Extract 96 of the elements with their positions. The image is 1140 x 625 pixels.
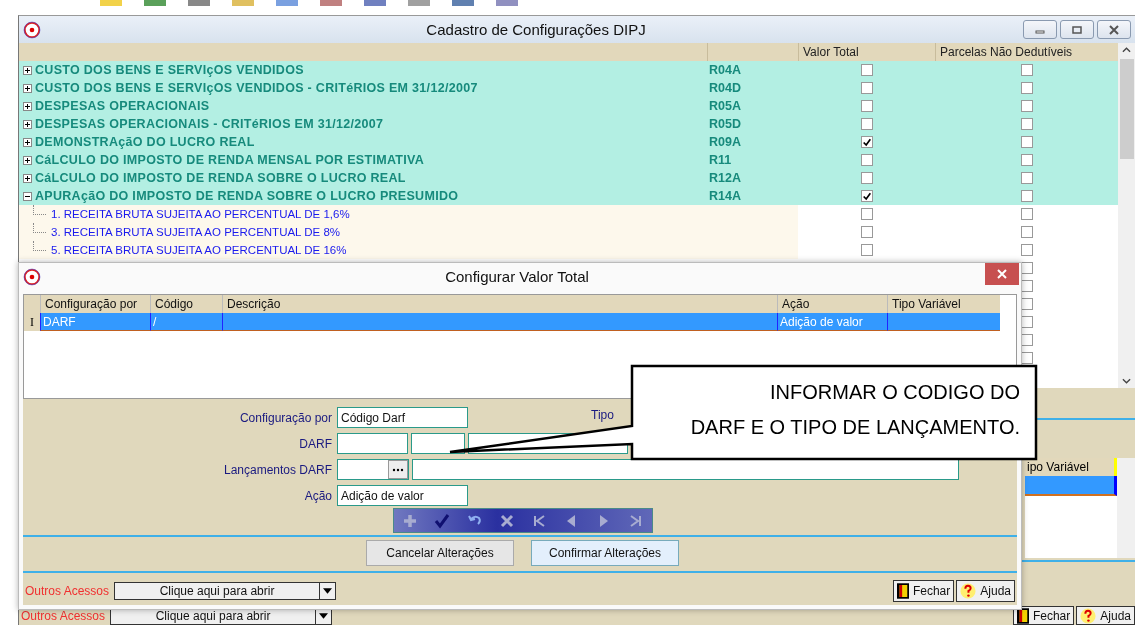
checkbox[interactable]: [860, 64, 873, 76]
text-field[interactable]: [411, 433, 465, 454]
table-cell: DARF: [40, 313, 150, 331]
other-access-label: Outros Acessos: [24, 584, 111, 598]
checkbox[interactable]: [860, 100, 873, 112]
ellipsis-icon: [392, 467, 404, 472]
app-logo-icon: [23, 267, 41, 286]
checkbox[interactable]: [860, 208, 873, 220]
tree-item-label: 5. RECEITA BRUTA SUJEITA AO PERCENTUAL DE 16%: [51, 244, 347, 256]
checkbox[interactable]: [860, 118, 873, 130]
field-label: Configuração por: [238, 410, 333, 425]
expand-icon[interactable]: [23, 101, 32, 111]
code-text: R09A: [708, 134, 742, 151]
tree-item-label: APURAçãO DO IMPOSTO DE RENDA SOBRE O LUCRO PRESUMIDO: [35, 189, 459, 203]
expand-icon[interactable]: [23, 137, 32, 147]
table-cell: /: [150, 313, 222, 331]
code-text: R05A: [708, 98, 742, 115]
code-text: R11: [708, 152, 733, 169]
checkbox[interactable]: [1020, 172, 1033, 184]
expand-icon[interactable]: [23, 155, 32, 165]
text-field[interactable]: Adição de valor: [337, 485, 468, 506]
checkbox[interactable]: [1020, 244, 1033, 256]
checkbox[interactable]: [860, 244, 873, 256]
field-label: DARF: [298, 436, 333, 451]
code-text: R12A: [708, 170, 742, 187]
tree-item-label: 3. RECEITA BRUTA SUJEITA AO PERCENTUAL DE 8%: [51, 226, 341, 238]
minimize-button[interactable]: [1023, 20, 1057, 39]
close-button[interactable]: [1097, 20, 1131, 39]
expand-icon[interactable]: [23, 119, 32, 129]
checkbox[interactable]: [860, 190, 873, 202]
text-field[interactable]: Código Darf: [337, 407, 468, 428]
maximize-button[interactable]: [1060, 20, 1094, 39]
code-text: R14A: [708, 188, 742, 205]
scrollbar-thumb[interactable]: [1119, 59, 1134, 159]
expand-icon[interactable]: [23, 83, 32, 93]
close-icon: [997, 268, 1007, 279]
confirm-icon[interactable]: [434, 512, 451, 529]
close-button[interactable]: Fechar: [1012, 606, 1075, 625]
checkbox[interactable]: [1020, 190, 1033, 202]
tree-item-label: DESPESAS OPERACIONAIS: [35, 99, 210, 113]
question-icon: [1080, 607, 1097, 624]
confirm-button[interactable]: Confirmar Alterações: [531, 540, 679, 566]
callout-text: INFORMAR O CODIGO DO DARF E O TIPO DE LANÇAMENTO.: [689, 380, 1020, 440]
checkbox[interactable]: [860, 226, 873, 238]
table-cell: Adição de valor: [777, 313, 887, 331]
text-field[interactable]: [412, 459, 959, 480]
row-marker: I: [24, 313, 40, 331]
tree-item-label: DESPESAS OPERACIONAIS - CRITéRIOS EM 31/12/2007: [35, 117, 384, 131]
other-access-dropdown[interactable]: Clique aqui para abrir: [114, 582, 337, 600]
checkbox[interactable]: [1020, 82, 1033, 94]
checkbox[interactable]: [1020, 208, 1033, 220]
scrollbar[interactable]: [1118, 43, 1135, 388]
code-text: R04A: [708, 62, 742, 79]
lookup-button[interactable]: [388, 460, 408, 479]
text-field[interactable]: [337, 433, 408, 454]
checkbox[interactable]: [1020, 154, 1033, 166]
cancel-button[interactable]: Cancelar Alterações: [366, 540, 514, 566]
question-icon: [960, 583, 977, 599]
field-label: Ação: [303, 488, 333, 503]
checkbox[interactable]: [1020, 100, 1033, 112]
close-button[interactable]: [985, 262, 1019, 285]
checkbox[interactable]: [860, 154, 873, 166]
code-text: R05D: [708, 116, 742, 133]
checkbox[interactable]: [1020, 136, 1033, 148]
code-text: R04D: [708, 80, 742, 97]
field-label: Tipo: [591, 407, 614, 422]
app-logo-icon: [23, 20, 41, 39]
dialog-title: Configurar Valor Total: [444, 268, 590, 285]
scrollbar[interactable]: [1117, 458, 1135, 558]
tree-item-label: CáLCULO DO IMPOSTO DE RENDA SOBRE O LUCRO REAL: [35, 171, 406, 185]
tree-item-label: DEMONSTRAçãO DO LUCRO REAL: [35, 135, 255, 149]
checkbox[interactable]: [1020, 226, 1033, 238]
close-icon: [1109, 24, 1119, 35]
field-label: Lançamentos DARF: [222, 462, 333, 477]
tree-item-label: CUSTO DOS BENS E SERVIçOS VENDIDOS - CRITéRIOS EM 31/12/2007: [35, 81, 478, 95]
lookup-field[interactable]: [337, 459, 409, 480]
checkbox[interactable]: [1020, 118, 1033, 130]
expand-icon[interactable]: [23, 65, 32, 75]
close-button[interactable]: Fechar: [892, 580, 955, 602]
window-title: Cadastro de Configurações DIPJ: [425, 21, 647, 38]
tree-item-label: CUSTO DOS BENS E SERVIçOS VENDIDOS: [35, 63, 304, 77]
checkbox[interactable]: [1020, 64, 1033, 76]
column-header[interactable]: ipo Variável: [1025, 458, 1117, 476]
checkbox[interactable]: [860, 82, 873, 94]
help-button[interactable]: Ajuda: [1076, 606, 1135, 625]
help-button[interactable]: Ajuda: [956, 580, 1015, 602]
table-row[interactable]: [1025, 476, 1117, 496]
checkbox[interactable]: [860, 136, 873, 148]
checkbox[interactable]: [860, 172, 873, 184]
tree-item-label: 1. RECEITA BRUTA SUJEITA AO PERCENTUAL DE 1,6%: [51, 208, 350, 220]
other-access-label: Outros Acessos: [20, 608, 107, 623]
maximize-icon: [1072, 24, 1082, 35]
collapse-icon[interactable]: [23, 191, 32, 201]
door-icon: [896, 583, 909, 599]
tree-item-label: CáLCULO DO IMPOSTO DE RENDA MENSAL POR ESTIMATIVA: [35, 153, 425, 167]
expand-icon[interactable]: [23, 173, 32, 183]
